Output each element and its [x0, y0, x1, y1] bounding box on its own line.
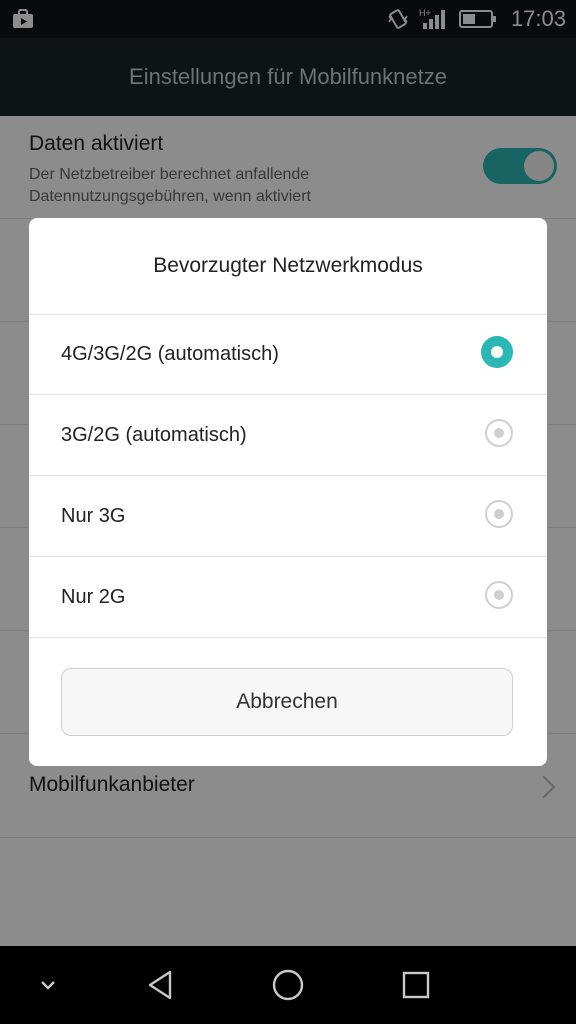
home-button[interactable]: [248, 946, 328, 1024]
option-label: Nur 3G: [61, 504, 126, 527]
option-3g-only[interactable]: Nur 3G: [29, 476, 547, 557]
chevron-down-icon: [41, 981, 55, 990]
option-label: Nur 2G: [61, 585, 126, 608]
radio-dot: [494, 590, 504, 600]
recents-button[interactable]: [376, 946, 456, 1024]
option-4g-3g-2g[interactable]: 4G/3G/2G (automatisch): [29, 314, 547, 395]
radio-selected-icon[interactable]: [481, 336, 513, 368]
back-triangle-icon: [148, 970, 172, 1000]
hide-nav-button[interactable]: [8, 946, 88, 1024]
recents-square-icon: [402, 971, 430, 999]
navigation-bar: [0, 946, 576, 1024]
option-label: 3G/2G (automatisch): [61, 423, 247, 446]
radio-dot: [494, 509, 504, 519]
radio-dot: [494, 428, 504, 438]
network-mode-dialog: Bevorzugter Netzwerkmodus 4G/3G/2G (auto…: [29, 218, 547, 766]
home-circle-icon: [272, 969, 304, 1001]
dialog-title: Bevorzugter Netzwerkmodus: [29, 218, 547, 315]
option-3g-2g[interactable]: 3G/2G (automatisch): [29, 395, 547, 476]
option-2g-only[interactable]: Nur 2G: [29, 557, 547, 638]
radio-unselected-icon[interactable]: [485, 581, 513, 609]
radio-unselected-icon[interactable]: [485, 419, 513, 447]
radio-unselected-icon[interactable]: [485, 500, 513, 528]
radio-dot: [491, 346, 503, 358]
back-button[interactable]: [120, 946, 200, 1024]
option-label: 4G/3G/2G (automatisch): [61, 342, 279, 365]
cancel-button[interactable]: Abbrechen: [61, 668, 513, 736]
